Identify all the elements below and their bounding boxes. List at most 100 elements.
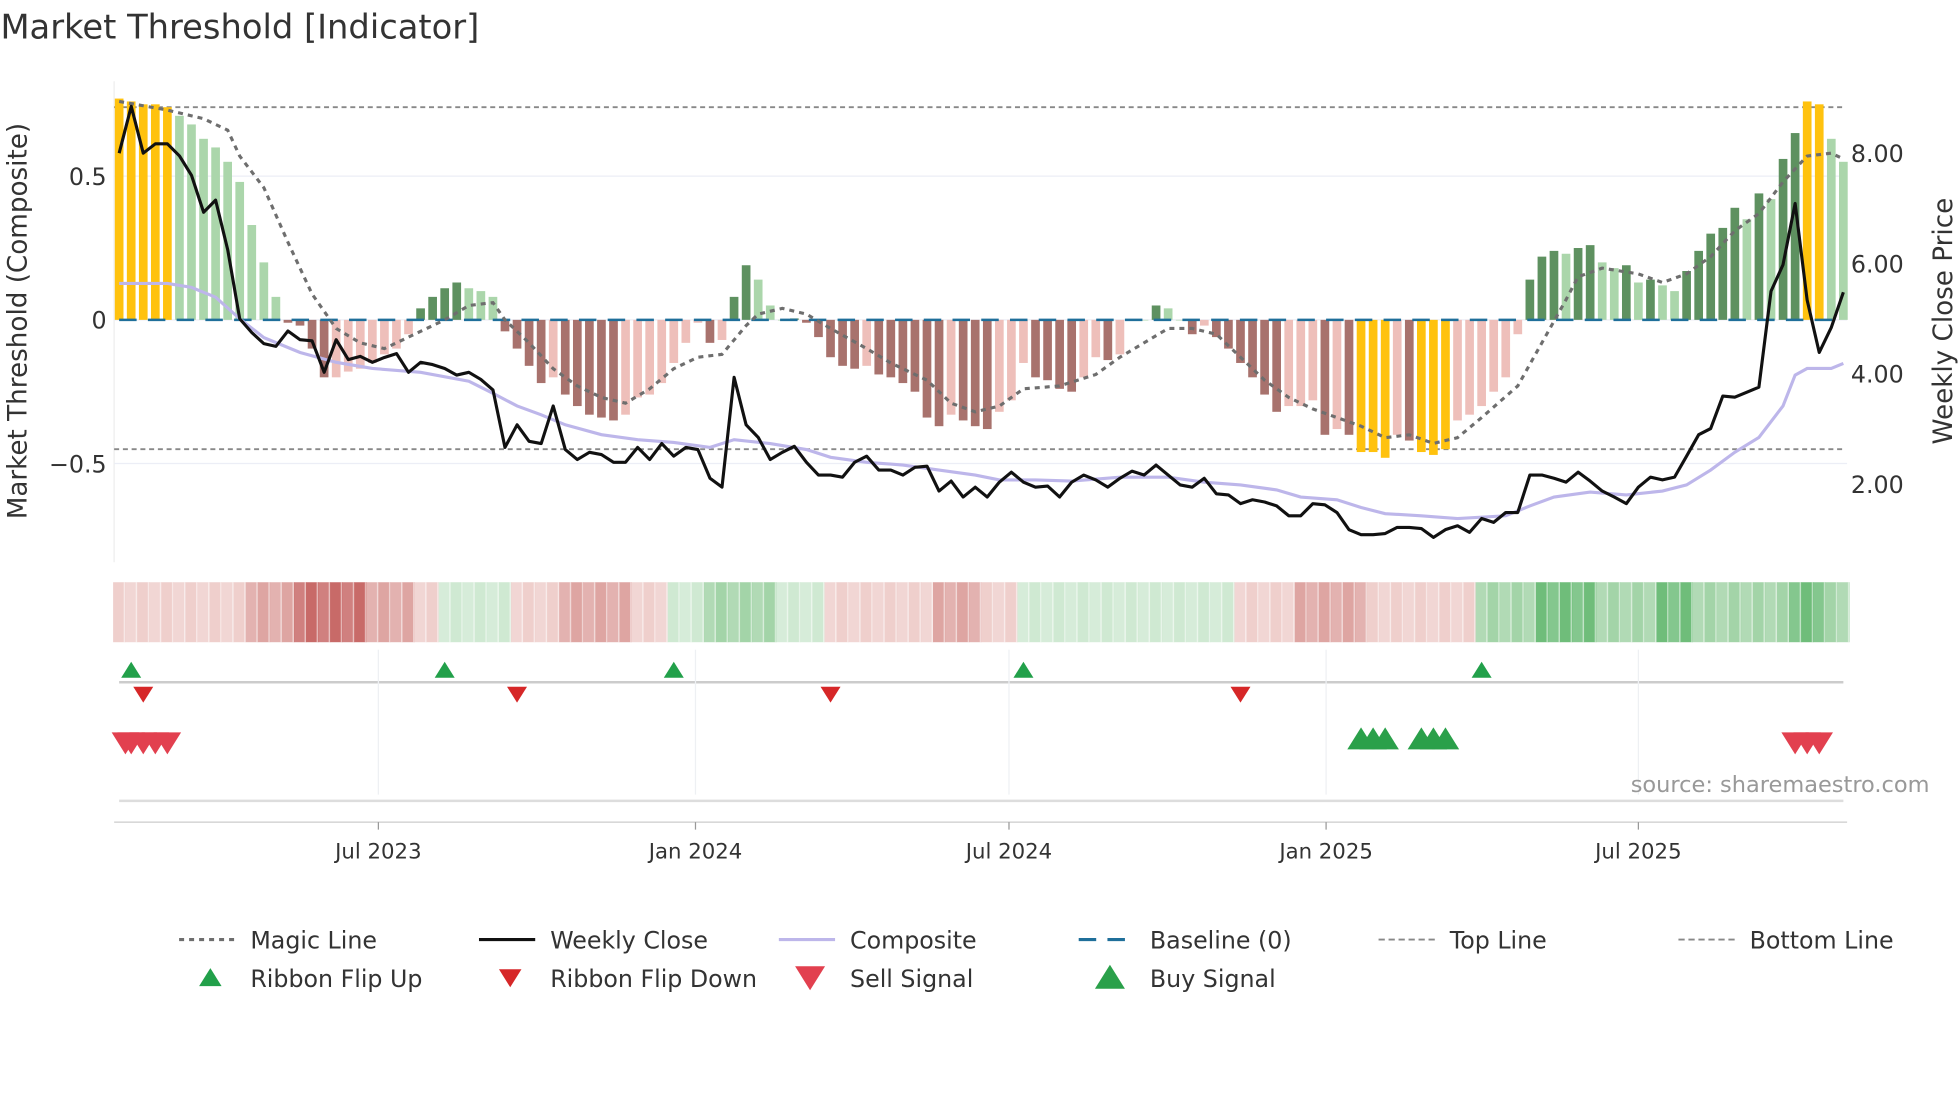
legend-item-buy-signal: Buy Signal xyxy=(1094,964,1276,993)
ribbon-flip-up-marker xyxy=(434,661,455,678)
ribbon-cell-separator xyxy=(1449,582,1452,643)
ribbon-cell-separator xyxy=(1305,582,1307,643)
ribbon-cell-separator xyxy=(702,582,704,643)
ribbon-cell-separator xyxy=(1715,582,1717,643)
composite-bar xyxy=(705,319,715,343)
legend-label: Baseline (0) xyxy=(1150,926,1292,954)
composite-bar xyxy=(862,319,872,366)
x-tick-label: Jan 2025 xyxy=(1277,839,1373,864)
ribbon-cell-separator xyxy=(1594,582,1597,643)
ribbon-cell-separator xyxy=(1341,582,1343,643)
legend-marker-icon xyxy=(1094,964,1125,989)
ribbon-cell-separator xyxy=(1413,582,1416,643)
ribbon-cell-separator xyxy=(1775,582,1778,643)
composite-bar xyxy=(657,319,667,384)
composite-bar xyxy=(1465,319,1474,415)
ribbon-cell-separator xyxy=(232,582,234,643)
composite-bar xyxy=(428,296,437,320)
ribbon-cell-separator xyxy=(376,582,379,643)
x-tick-label: Jul 2024 xyxy=(964,839,1052,864)
composite-bar xyxy=(1754,193,1764,320)
composite-bar xyxy=(681,319,691,343)
composite-bar xyxy=(898,319,908,384)
ribbon-cell-separator xyxy=(1799,582,1802,643)
legend-label: Bottom Line xyxy=(1750,926,1894,954)
ribbon-cell-separator xyxy=(400,582,403,643)
market-threshold-chart: Market Threshold [Indicator] Market Thre… xyxy=(0,8,1959,993)
ribbon-cell-separator xyxy=(292,582,294,643)
composite-bar xyxy=(1501,319,1511,378)
composite-bar xyxy=(729,296,739,320)
legend-item-sell-signal: Sell Signal xyxy=(795,965,973,993)
weekly-close-line xyxy=(117,104,1845,539)
legend-item-baseline-0-: Baseline (0) xyxy=(1078,926,1292,954)
composite-bar xyxy=(585,319,594,415)
ribbon-cell-separator xyxy=(1172,582,1175,643)
composite-bar xyxy=(247,225,257,320)
ribbon-cell-separator xyxy=(1558,582,1561,643)
composite-bar xyxy=(126,101,136,320)
ribbon xyxy=(113,582,1850,643)
composite-bar xyxy=(560,319,570,395)
ribbon-cell-separator xyxy=(268,582,270,643)
composite-bar xyxy=(1368,319,1378,453)
ribbon-cell-separator xyxy=(786,582,789,643)
composite-bar xyxy=(1320,319,1330,435)
composite-bar xyxy=(1597,262,1607,320)
ribbon-cell-separator xyxy=(364,582,367,643)
ribbon-cell-separator xyxy=(1317,582,1319,643)
legend-label: Weekly Close xyxy=(550,926,708,954)
ribbon-cell-separator xyxy=(1727,582,1729,643)
ribbon-cell-separator xyxy=(605,582,608,643)
ribbon-cell-separator xyxy=(1329,582,1331,643)
composite-bar xyxy=(1525,279,1535,320)
ribbon-cell-separator xyxy=(967,582,970,643)
ribbon-cell-separator xyxy=(1088,582,1090,643)
composite-bar xyxy=(1091,319,1101,358)
right-tick-label: 6.00 xyxy=(1851,250,1904,278)
composite-bar xyxy=(922,319,932,418)
ribbon-cell-separator xyxy=(1269,582,1271,643)
composite-bar xyxy=(163,107,172,320)
composite-bar xyxy=(1392,319,1402,435)
ribbon-cell-separator xyxy=(1739,582,1741,643)
ribbon-cell-separator xyxy=(750,582,753,643)
composite-bar xyxy=(1682,271,1691,320)
legend-item-ribbon-flip-up: Ribbon Flip Up xyxy=(199,965,422,993)
composite-bar xyxy=(1537,256,1547,320)
composite-bar xyxy=(609,319,618,421)
composite-bar xyxy=(1742,219,1752,320)
ribbon-cell-separator xyxy=(1546,582,1548,643)
composite-bar xyxy=(440,288,450,320)
composite-bar xyxy=(1646,279,1655,320)
composite-bar xyxy=(259,262,269,320)
composite-bar xyxy=(994,319,1004,412)
composite-bar xyxy=(1489,319,1499,392)
ribbon-cell-separator xyxy=(1052,582,1054,643)
ribbon-cell-separator xyxy=(437,582,439,643)
composite-bar xyxy=(1670,291,1679,320)
composite-bar xyxy=(1115,319,1125,355)
ribbon-cell-separator xyxy=(1823,582,1826,643)
ribbon-cell-separator xyxy=(183,582,186,643)
ribbon-cell-separator xyxy=(738,582,741,643)
right-axis-label: Weekly Close Price xyxy=(1929,198,1959,445)
composite-bar xyxy=(283,319,293,323)
right-tick-label: 8.00 xyxy=(1851,140,1904,168)
composite-bar xyxy=(741,265,751,320)
composite-bar xyxy=(1634,282,1643,320)
legend-label: Ribbon Flip Up xyxy=(250,965,422,993)
composite-bar xyxy=(114,98,124,320)
ribbon-cell-separator xyxy=(1787,582,1790,643)
legend-item-top-line: Top Line xyxy=(1378,926,1547,954)
composite-bar xyxy=(1573,248,1583,320)
ribbon-cell-separator xyxy=(642,582,644,643)
legend-label: Magic Line xyxy=(250,926,377,954)
ribbon-cell-separator xyxy=(1618,582,1621,643)
ribbon-cell-separator xyxy=(762,582,765,643)
composite-bar xyxy=(850,319,859,369)
ribbon-cell-separator xyxy=(810,582,813,643)
composite-bar xyxy=(1826,138,1836,320)
ribbon-cell-separator xyxy=(1184,582,1187,643)
ribbon-cell-separator xyxy=(1027,582,1030,643)
